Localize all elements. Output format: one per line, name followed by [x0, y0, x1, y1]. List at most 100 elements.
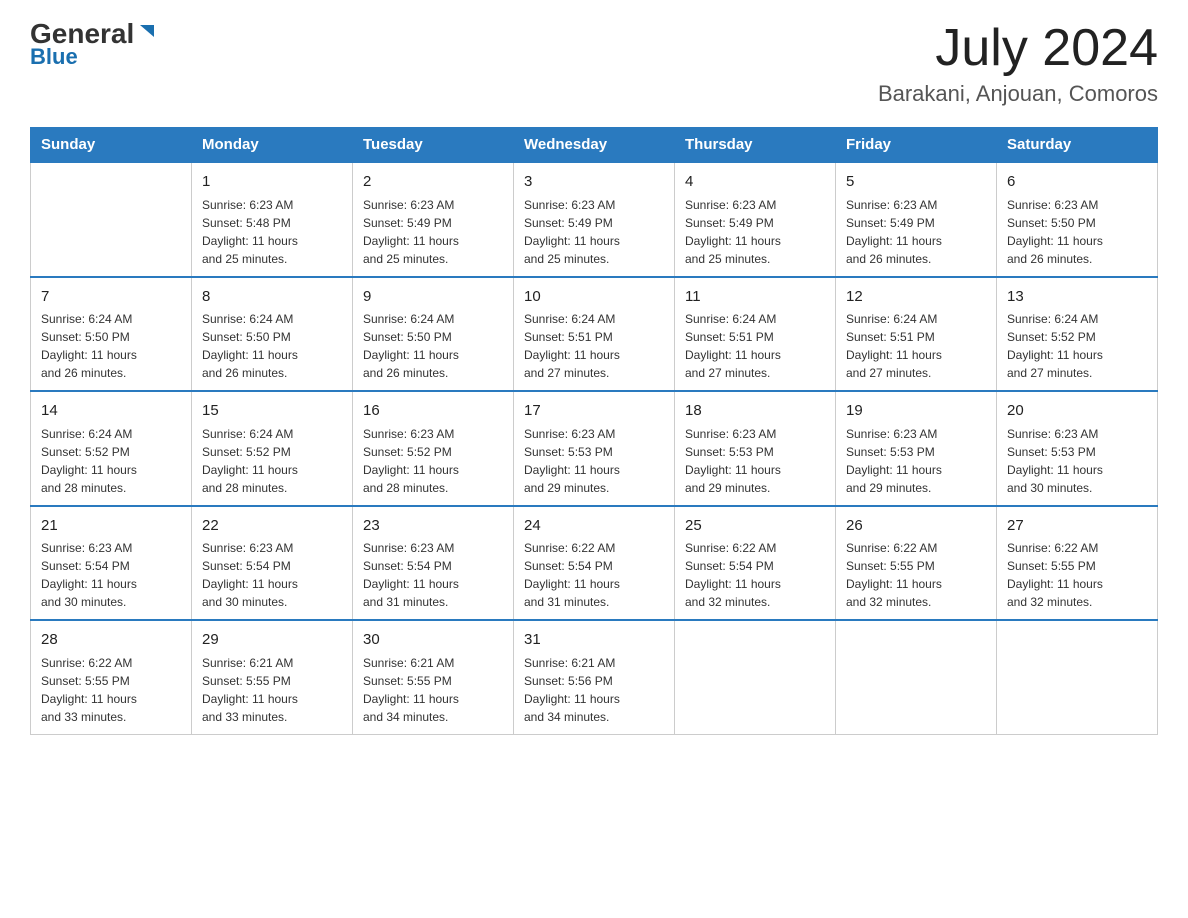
day-number: 7 — [41, 286, 181, 309]
calendar-week-row: 28Sunrise: 6:22 AM Sunset: 5:55 PM Dayli… — [31, 620, 1158, 734]
day-info: Sunrise: 6:21 AM Sunset: 5:56 PM Dayligh… — [524, 654, 664, 726]
calendar-cell: 24Sunrise: 6:22 AM Sunset: 5:54 PM Dayli… — [514, 506, 675, 621]
day-number: 13 — [1007, 286, 1147, 309]
calendar-cell: 4Sunrise: 6:23 AM Sunset: 5:49 PM Daylig… — [675, 162, 836, 277]
day-number: 9 — [363, 286, 503, 309]
day-info: Sunrise: 6:24 AM Sunset: 5:51 PM Dayligh… — [685, 310, 825, 382]
col-wednesday: Wednesday — [514, 128, 675, 163]
day-info: Sunrise: 6:23 AM Sunset: 5:50 PM Dayligh… — [1007, 196, 1147, 268]
day-number: 30 — [363, 629, 503, 652]
day-info: Sunrise: 6:23 AM Sunset: 5:52 PM Dayligh… — [363, 425, 503, 497]
day-info: Sunrise: 6:23 AM Sunset: 5:53 PM Dayligh… — [685, 425, 825, 497]
col-saturday: Saturday — [997, 128, 1158, 163]
day-info: Sunrise: 6:21 AM Sunset: 5:55 PM Dayligh… — [202, 654, 342, 726]
col-friday: Friday — [836, 128, 997, 163]
day-number: 4 — [685, 171, 825, 194]
calendar-week-row: 7Sunrise: 6:24 AM Sunset: 5:50 PM Daylig… — [31, 277, 1158, 392]
calendar-cell: 6Sunrise: 6:23 AM Sunset: 5:50 PM Daylig… — [997, 162, 1158, 277]
day-number: 6 — [1007, 171, 1147, 194]
day-number: 15 — [202, 400, 342, 423]
col-tuesday: Tuesday — [353, 128, 514, 163]
day-info: Sunrise: 6:24 AM Sunset: 5:52 PM Dayligh… — [1007, 310, 1147, 382]
day-number: 3 — [524, 171, 664, 194]
calendar-week-row: 14Sunrise: 6:24 AM Sunset: 5:52 PM Dayli… — [31, 391, 1158, 506]
calendar-cell: 10Sunrise: 6:24 AM Sunset: 5:51 PM Dayli… — [514, 277, 675, 392]
calendar-cell: 31Sunrise: 6:21 AM Sunset: 5:56 PM Dayli… — [514, 620, 675, 734]
calendar-cell: 16Sunrise: 6:23 AM Sunset: 5:52 PM Dayli… — [353, 391, 514, 506]
logo-blue: Blue — [30, 44, 78, 70]
day-info: Sunrise: 6:23 AM Sunset: 5:49 PM Dayligh… — [685, 196, 825, 268]
calendar-cell — [31, 162, 192, 277]
day-info: Sunrise: 6:24 AM Sunset: 5:50 PM Dayligh… — [202, 310, 342, 382]
calendar-cell: 20Sunrise: 6:23 AM Sunset: 5:53 PM Dayli… — [997, 391, 1158, 506]
calendar-cell: 9Sunrise: 6:24 AM Sunset: 5:50 PM Daylig… — [353, 277, 514, 392]
calendar-cell — [836, 620, 997, 734]
day-number: 5 — [846, 171, 986, 194]
day-number: 20 — [1007, 400, 1147, 423]
day-info: Sunrise: 6:23 AM Sunset: 5:53 PM Dayligh… — [524, 425, 664, 497]
day-info: Sunrise: 6:23 AM Sunset: 5:49 PM Dayligh… — [846, 196, 986, 268]
calendar-cell: 3Sunrise: 6:23 AM Sunset: 5:49 PM Daylig… — [514, 162, 675, 277]
logo: General Blue — [30, 20, 158, 70]
calendar-cell: 27Sunrise: 6:22 AM Sunset: 5:55 PM Dayli… — [997, 506, 1158, 621]
day-info: Sunrise: 6:23 AM Sunset: 5:54 PM Dayligh… — [363, 539, 503, 611]
day-number: 8 — [202, 286, 342, 309]
calendar-cell: 29Sunrise: 6:21 AM Sunset: 5:55 PM Dayli… — [192, 620, 353, 734]
day-number: 16 — [363, 400, 503, 423]
day-number: 28 — [41, 629, 181, 652]
day-info: Sunrise: 6:23 AM Sunset: 5:49 PM Dayligh… — [363, 196, 503, 268]
calendar-cell: 28Sunrise: 6:22 AM Sunset: 5:55 PM Dayli… — [31, 620, 192, 734]
calendar-cell — [997, 620, 1158, 734]
day-info: Sunrise: 6:24 AM Sunset: 5:50 PM Dayligh… — [41, 310, 181, 382]
calendar-cell: 7Sunrise: 6:24 AM Sunset: 5:50 PM Daylig… — [31, 277, 192, 392]
day-info: Sunrise: 6:23 AM Sunset: 5:53 PM Dayligh… — [1007, 425, 1147, 497]
calendar-cell: 22Sunrise: 6:23 AM Sunset: 5:54 PM Dayli… — [192, 506, 353, 621]
calendar-cell — [675, 620, 836, 734]
day-info: Sunrise: 6:24 AM Sunset: 5:52 PM Dayligh… — [202, 425, 342, 497]
day-number: 21 — [41, 515, 181, 538]
calendar-cell: 12Sunrise: 6:24 AM Sunset: 5:51 PM Dayli… — [836, 277, 997, 392]
calendar-cell: 18Sunrise: 6:23 AM Sunset: 5:53 PM Dayli… — [675, 391, 836, 506]
month-title: July 2024 — [878, 20, 1158, 77]
calendar-week-row: 1Sunrise: 6:23 AM Sunset: 5:48 PM Daylig… — [31, 162, 1158, 277]
day-number: 31 — [524, 629, 664, 652]
day-number: 23 — [363, 515, 503, 538]
day-number: 12 — [846, 286, 986, 309]
day-number: 1 — [202, 171, 342, 194]
title-block: July 2024 Barakani, Anjouan, Comoros — [878, 20, 1158, 107]
day-info: Sunrise: 6:22 AM Sunset: 5:55 PM Dayligh… — [41, 654, 181, 726]
day-number: 17 — [524, 400, 664, 423]
calendar-cell: 19Sunrise: 6:23 AM Sunset: 5:53 PM Dayli… — [836, 391, 997, 506]
day-number: 18 — [685, 400, 825, 423]
day-number: 2 — [363, 171, 503, 194]
calendar-cell: 26Sunrise: 6:22 AM Sunset: 5:55 PM Dayli… — [836, 506, 997, 621]
calendar-cell: 21Sunrise: 6:23 AM Sunset: 5:54 PM Dayli… — [31, 506, 192, 621]
day-info: Sunrise: 6:22 AM Sunset: 5:54 PM Dayligh… — [524, 539, 664, 611]
day-info: Sunrise: 6:23 AM Sunset: 5:54 PM Dayligh… — [41, 539, 181, 611]
col-thursday: Thursday — [675, 128, 836, 163]
logo-arrow-icon — [136, 21, 158, 43]
day-info: Sunrise: 6:24 AM Sunset: 5:52 PM Dayligh… — [41, 425, 181, 497]
day-info: Sunrise: 6:21 AM Sunset: 5:55 PM Dayligh… — [363, 654, 503, 726]
day-info: Sunrise: 6:22 AM Sunset: 5:54 PM Dayligh… — [685, 539, 825, 611]
day-number: 26 — [846, 515, 986, 538]
day-number: 19 — [846, 400, 986, 423]
calendar-cell: 23Sunrise: 6:23 AM Sunset: 5:54 PM Dayli… — [353, 506, 514, 621]
day-number: 11 — [685, 286, 825, 309]
calendar-cell: 25Sunrise: 6:22 AM Sunset: 5:54 PM Dayli… — [675, 506, 836, 621]
calendar-cell: 1Sunrise: 6:23 AM Sunset: 5:48 PM Daylig… — [192, 162, 353, 277]
calendar-table: Sunday Monday Tuesday Wednesday Thursday… — [30, 127, 1158, 735]
day-info: Sunrise: 6:22 AM Sunset: 5:55 PM Dayligh… — [846, 539, 986, 611]
day-info: Sunrise: 6:23 AM Sunset: 5:53 PM Dayligh… — [846, 425, 986, 497]
day-info: Sunrise: 6:22 AM Sunset: 5:55 PM Dayligh… — [1007, 539, 1147, 611]
day-number: 14 — [41, 400, 181, 423]
day-info: Sunrise: 6:24 AM Sunset: 5:51 PM Dayligh… — [524, 310, 664, 382]
calendar-cell: 8Sunrise: 6:24 AM Sunset: 5:50 PM Daylig… — [192, 277, 353, 392]
day-number: 24 — [524, 515, 664, 538]
day-info: Sunrise: 6:23 AM Sunset: 5:49 PM Dayligh… — [524, 196, 664, 268]
calendar-cell: 11Sunrise: 6:24 AM Sunset: 5:51 PM Dayli… — [675, 277, 836, 392]
day-info: Sunrise: 6:24 AM Sunset: 5:51 PM Dayligh… — [846, 310, 986, 382]
col-monday: Monday — [192, 128, 353, 163]
day-number: 27 — [1007, 515, 1147, 538]
calendar-cell: 13Sunrise: 6:24 AM Sunset: 5:52 PM Dayli… — [997, 277, 1158, 392]
